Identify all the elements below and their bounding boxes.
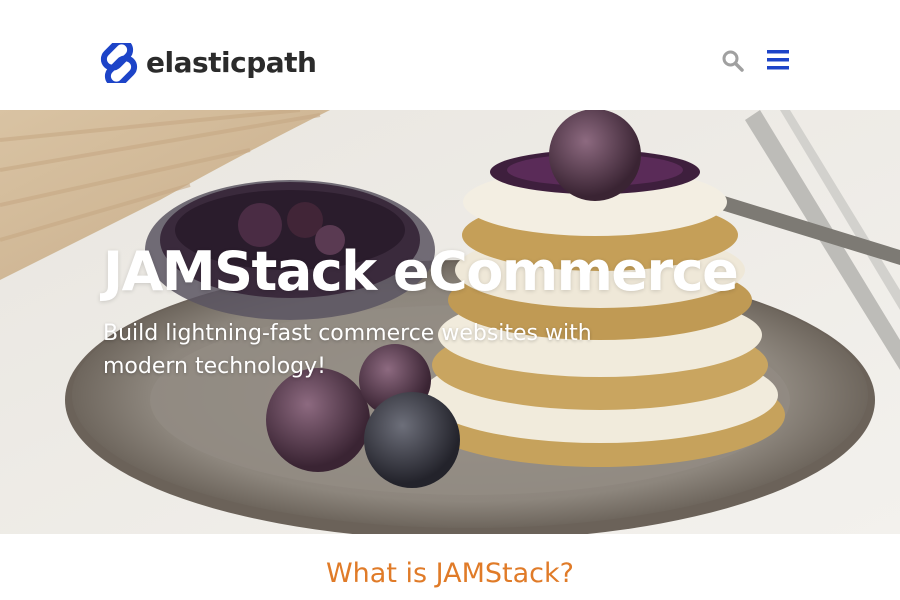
hero-subtitle: Build lightning-fast commerce websites w… (103, 321, 592, 379)
section-heading: What is JAMStack? (325, 558, 574, 589)
brand-logo-link[interactable]: elasticpath (99, 42, 317, 84)
menu-button[interactable] (766, 49, 790, 71)
hero-banner: JAMStack eCommerce Build lightning-fast … (0, 110, 900, 534)
elasticpath-logo-mark-icon (100, 43, 138, 83)
hamburger-menu-icon (767, 50, 789, 70)
search-icon (722, 50, 744, 72)
site-header: elasticpath (0, 0, 900, 110)
brand-name: elasticpath (146, 46, 317, 79)
search-button[interactable] (721, 49, 745, 73)
hero-title: JAMStack eCommerce (103, 240, 739, 303)
